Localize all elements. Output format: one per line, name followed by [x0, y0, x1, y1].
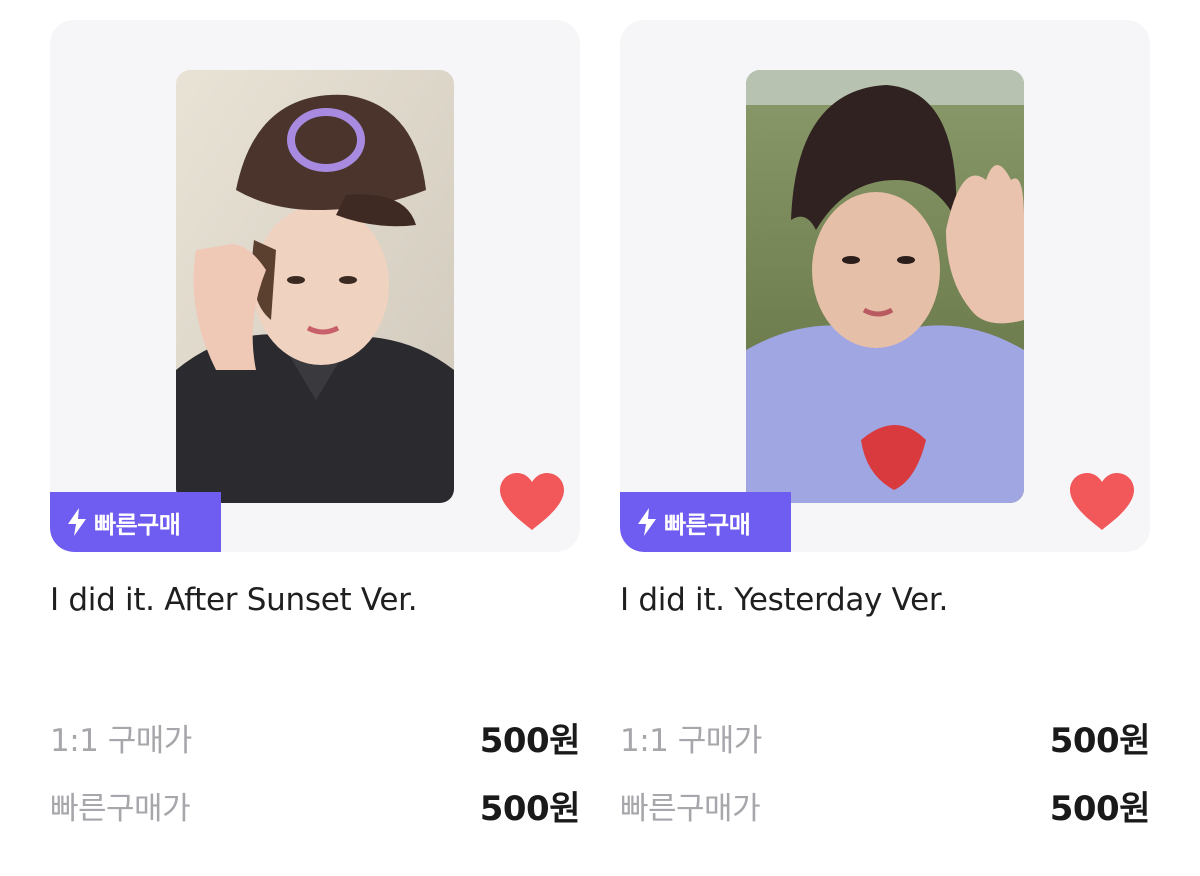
quick-buy-label: 빠른구매 [664, 510, 751, 539]
price-value: 500원 [1049, 720, 1151, 761]
price-value: 500원 [1049, 788, 1151, 829]
price-label: 1:1 구매가 [50, 722, 192, 759]
product-thumbnail[interactable]: 빠른구매 [620, 20, 1150, 552]
price-row-quick-buy: 빠른구매가 500원 [50, 780, 581, 830]
price-label: 빠른구매가 [620, 790, 761, 827]
quick-buy-badge: 빠른구매 [50, 492, 221, 552]
product-thumbnail[interactable]: 빠른구매 [50, 20, 580, 552]
product-title[interactable]: I did it. Yesterday Ver. [620, 582, 1150, 618]
product-card[interactable]: 빠른구매 I did it. Yesterday Ver. 1:1 구매가 50… [620, 20, 1152, 840]
price-value: 500원 [479, 788, 581, 829]
quick-buy-label: 빠른구매 [94, 510, 181, 539]
lightning-icon [68, 508, 86, 536]
photocard-image [746, 70, 1024, 503]
heart-icon[interactable] [1068, 472, 1136, 532]
price-row-quick-buy: 빠른구매가 500원 [620, 780, 1151, 830]
heart-icon[interactable] [498, 472, 566, 532]
price-row-1to1: 1:1 구매가 500원 [620, 712, 1151, 762]
lightning-icon [638, 508, 656, 536]
price-value: 500원 [479, 720, 581, 761]
quick-buy-badge: 빠른구매 [620, 492, 791, 552]
price-label: 빠른구매가 [50, 790, 191, 827]
price-label: 1:1 구매가 [620, 722, 762, 759]
product-card[interactable]: 빠른구매 I did it. After Sunset Ver. 1:1 구매가… [50, 20, 582, 840]
photocard-image [176, 70, 454, 503]
price-row-1to1: 1:1 구매가 500원 [50, 712, 581, 762]
product-title[interactable]: I did it. After Sunset Ver. [50, 582, 580, 618]
